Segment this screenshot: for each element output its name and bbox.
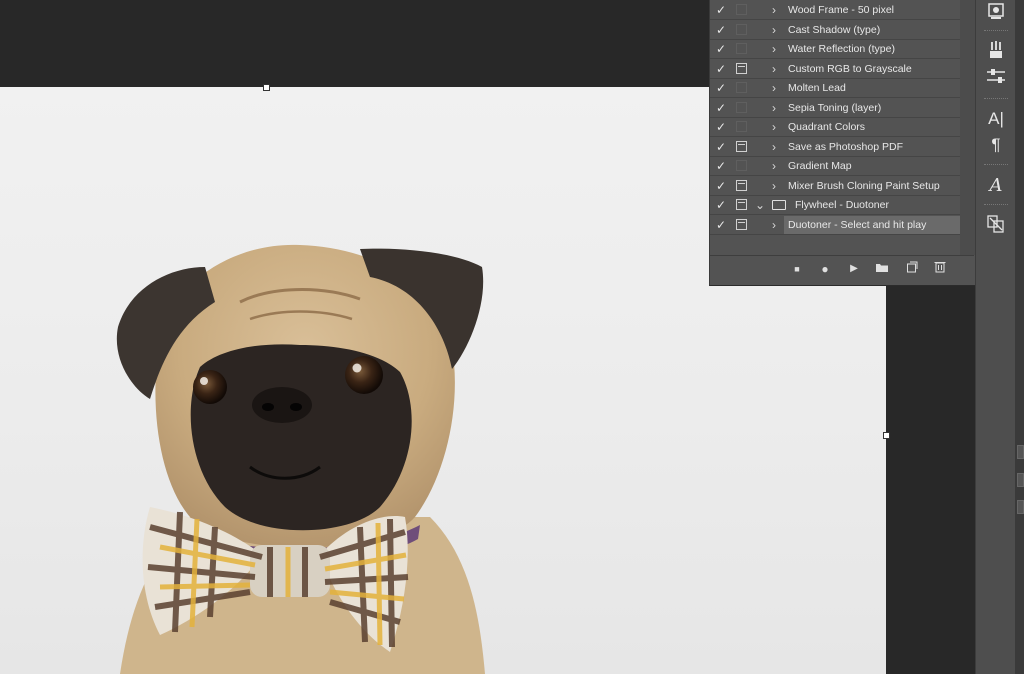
actions-scrollbar[interactable] <box>960 0 975 255</box>
chevron-right-icon[interactable]: › <box>772 41 776 57</box>
toggle-check-icon[interactable]: ✓ <box>716 218 728 232</box>
action-row[interactable]: ✓ › Water Reflection (type) <box>710 40 970 59</box>
folder-icon <box>772 200 786 210</box>
action-row[interactable]: ✓ › Wood Frame - 50 pixel <box>710 1 970 20</box>
toggle-check-icon[interactable]: ✓ <box>716 23 728 37</box>
chevron-right-icon[interactable]: › <box>772 100 776 116</box>
chevron-right-icon[interactable]: › <box>772 80 776 96</box>
action-row[interactable]: ✓ › Custom RGB to Grayscale <box>710 60 970 79</box>
action-label: Sepia Toning (layer) <box>788 101 882 114</box>
chevron-right-icon[interactable]: › <box>772 217 776 233</box>
glyphs-icon[interactable]: A <box>985 175 1007 197</box>
dialog-toggle-icon[interactable] <box>736 121 747 132</box>
paragraph-icon[interactable]: ¶ <box>985 134 1007 156</box>
toggle-check-icon[interactable]: ✓ <box>716 159 728 173</box>
chevron-right-icon[interactable]: › <box>772 158 776 174</box>
action-set-row[interactable]: ✓ ⌄ Flywheel - Duotoner <box>710 196 970 215</box>
toggle-check-icon[interactable]: ✓ <box>716 101 728 115</box>
dialog-toggle-icon[interactable] <box>736 23 747 35</box>
panel-dock: A| ¶ A <box>975 0 1016 674</box>
dialog-toggle-icon[interactable] <box>736 4 747 15</box>
action-row[interactable]: ✓ › Save as Photoshop PDF <box>710 138 970 157</box>
action-label: Gradient Map <box>788 160 852 172</box>
toggle-check-icon[interactable]: ✓ <box>716 198 728 212</box>
chevron-right-icon[interactable]: › <box>772 61 776 77</box>
dialog-toggle-icon[interactable] <box>736 62 747 74</box>
collapsed-panel-edge <box>1015 0 1024 674</box>
action-row[interactable]: ✓ › Molten Lead <box>710 79 970 98</box>
record-icon[interactable]: ● <box>816 260 834 278</box>
action-row[interactable]: ✓ › Cast Shadow (type) <box>710 21 970 40</box>
chevron-right-icon[interactable]: › <box>772 119 776 135</box>
action-label: Water Reflection (type) <box>788 43 895 55</box>
toggle-check-icon[interactable]: ✓ <box>716 3 728 17</box>
toggle-check-icon[interactable]: ✓ <box>716 179 728 193</box>
toggle-check-icon[interactable]: ✓ <box>716 62 728 76</box>
dialog-toggle-icon[interactable] <box>736 160 747 171</box>
dialog-toggle-icon[interactable] <box>736 140 747 152</box>
toggle-check-icon[interactable]: ✓ <box>716 140 728 154</box>
paths-icon[interactable] <box>985 214 1007 236</box>
action-label: Wood Frame - 50 pixel <box>788 4 895 16</box>
action-label: Save as Photoshop PDF <box>788 140 903 153</box>
dialog-toggle-icon[interactable] <box>736 179 747 191</box>
actions-panel: ✓ › Wood Frame - 50 pixel ✓ › Cast Shadow (ty… <box>709 0 975 286</box>
action-label: Custom RGB to Grayscale <box>788 62 912 75</box>
stop-icon[interactable]: ■ <box>788 260 806 278</box>
trash-icon[interactable] <box>931 260 949 278</box>
action-label: Duotoner - Select and hit play <box>788 218 927 231</box>
adjustments-icon[interactable] <box>985 68 1007 90</box>
chevron-right-icon[interactable]: › <box>772 2 776 18</box>
actions-panel-footer: ■ ● ▶ <box>710 255 974 284</box>
dialog-toggle-icon[interactable] <box>736 82 747 93</box>
chevron-right-icon[interactable]: › <box>772 22 776 38</box>
dialog-toggle-icon[interactable] <box>736 43 747 54</box>
dialog-toggle-icon[interactable] <box>736 218 747 230</box>
new-set-icon[interactable] <box>873 260 891 278</box>
chevron-right-icon[interactable]: › <box>772 178 776 194</box>
action-label: Mixer Brush Cloning Paint Setup <box>788 179 940 192</box>
transform-handle-top[interactable] <box>263 84 270 91</box>
dialog-toggle-icon[interactable] <box>736 199 747 210</box>
action-row[interactable]: ✓ › Duotoner - Select and hit play <box>710 215 970 235</box>
action-label: Molten Lead <box>788 82 846 94</box>
toggle-check-icon[interactable]: ✓ <box>716 42 728 56</box>
chevron-right-icon[interactable]: › <box>772 139 776 155</box>
libraries-icon[interactable] <box>985 2 1007 24</box>
play-icon[interactable]: ▶ <box>845 260 863 278</box>
toggle-check-icon[interactable]: ✓ <box>716 81 728 95</box>
action-label: Quadrant Colors <box>788 121 866 133</box>
character-icon[interactable]: A| <box>985 108 1007 130</box>
brush-presets-icon[interactable] <box>985 40 1007 62</box>
toggle-check-icon[interactable]: ✓ <box>716 120 728 134</box>
new-action-icon[interactable] <box>903 260 921 278</box>
dialog-toggle-icon[interactable] <box>736 101 747 113</box>
action-row[interactable]: ✓ › Sepia Toning (layer) <box>710 99 970 118</box>
chevron-down-icon[interactable]: ⌄ <box>755 197 765 213</box>
action-row[interactable]: ✓ › Gradient Map <box>710 157 970 176</box>
action-row[interactable]: ✓ › Quadrant Colors <box>710 118 970 137</box>
action-label: Flywheel - Duotoner <box>795 199 889 211</box>
action-row[interactable]: ✓ › Mixer Brush Cloning Paint Setup <box>710 177 970 196</box>
action-label: Cast Shadow (type) <box>788 23 881 36</box>
transform-handle-right[interactable] <box>883 432 890 439</box>
